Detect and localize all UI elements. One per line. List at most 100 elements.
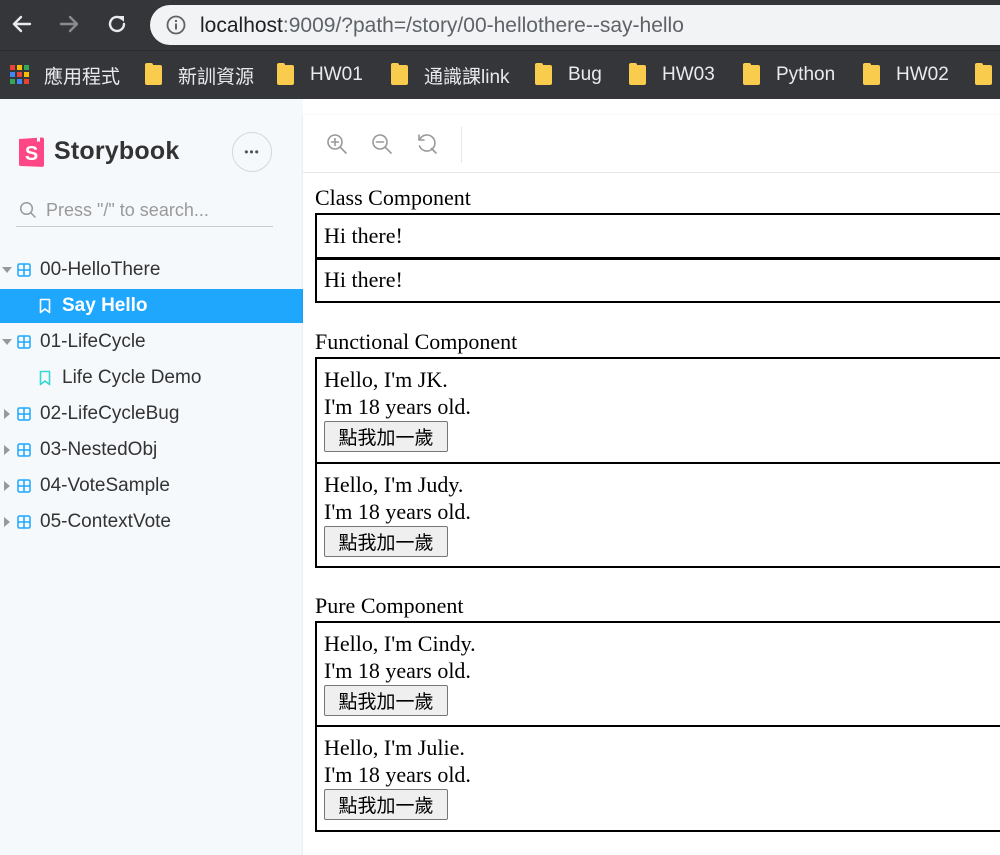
bookmark-label: Bug <box>568 64 602 85</box>
component-icon <box>17 335 31 349</box>
bookmark-folder[interactable]: HW02 <box>863 61 949 89</box>
bookmark-folder[interactable]: Bug <box>535 61 602 89</box>
bookmarks-bar: 應用程式 新訓資源 HW01 通識課link Bug HW03 Python H… <box>0 50 1000 99</box>
tree-label: Say Hello <box>62 295 148 316</box>
folder-icon <box>391 63 408 85</box>
toolbar-divider <box>461 127 462 163</box>
storybook-brand[interactable]: Storybook <box>54 137 179 166</box>
bookmark-folder[interactable]: HW03 <box>629 61 715 89</box>
forward-button[interactable] <box>55 10 83 38</box>
tree-component-04-votesample[interactable]: 04-VoteSample <box>0 469 303 503</box>
reload-button[interactable] <box>103 10 131 38</box>
zoom-out-icon[interactable] <box>370 132 394 156</box>
caret-right-icon[interactable] <box>4 481 10 491</box>
component-icon <box>17 443 31 457</box>
bookmark-label: Python <box>776 64 836 85</box>
folder-icon <box>863 63 880 85</box>
greeting-text: Hi there! <box>324 267 403 292</box>
tree-label: 01-LifeCycle <box>40 331 146 352</box>
greeting-text: Hello, I'm Cindy. <box>324 631 476 656</box>
reset-zoom-icon[interactable] <box>415 132 439 156</box>
tree-label: 02-LifeCycleBug <box>40 403 180 424</box>
caret-right-icon[interactable] <box>4 517 10 527</box>
tree-label: 05-ContextVote <box>40 511 171 532</box>
functional-component-box: Hello, I'm JK. I'm 18 years old. 點我加一歲 <box>315 357 1000 464</box>
bookmark-icon <box>39 370 51 386</box>
bookmark-folder[interactable]: 通識課link <box>391 61 510 89</box>
age-text: I'm 18 years old. <box>324 658 471 683</box>
pure-component-box: Hello, I'm Cindy. I'm 18 years old. 點我加一… <box>315 621 1000 727</box>
zoom-in-icon[interactable] <box>325 132 349 156</box>
age-text: I'm 18 years old. <box>324 499 471 524</box>
tree-component-05-contextvote[interactable]: 05-ContextVote <box>0 505 303 539</box>
ellipsis-icon: ••• <box>244 145 260 159</box>
add-age-button[interactable]: 點我加一歲 <box>324 526 448 557</box>
bookmark-folder-overflow[interactable] <box>975 61 1000 89</box>
section-title-class: Class Component <box>315 185 471 210</box>
tree-component-00-hellothere[interactable]: 00-HelloThere <box>0 253 303 287</box>
component-icon <box>17 263 31 277</box>
tree-story-say-hello[interactable]: Say Hello <box>0 289 303 323</box>
search-input[interactable] <box>46 195 266 225</box>
folder-icon <box>145 63 162 85</box>
class-component-box: Hi there! <box>315 213 1000 259</box>
caret-down-icon[interactable] <box>2 339 12 345</box>
search-icon <box>19 201 36 218</box>
greeting-text: Hello, I'm JK. <box>324 367 448 392</box>
arrow-left-icon <box>12 15 32 33</box>
component-icon <box>17 479 31 493</box>
bookmark-folder[interactable]: 新訓資源 <box>145 61 254 89</box>
add-age-button[interactable]: 點我加一歲 <box>324 421 448 452</box>
greeting-text: Hi there! <box>324 223 403 248</box>
back-button[interactable] <box>8 10 36 38</box>
storybook-sidebar: S Storybook ••• 00-HelloThere Say Hello … <box>0 99 303 855</box>
caret-down-icon[interactable] <box>2 267 12 273</box>
svg-text:S: S <box>25 143 38 165</box>
folder-icon <box>975 63 992 85</box>
section-title-functional: Functional Component <box>315 329 518 354</box>
section-title-pure: Pure Component <box>315 593 464 618</box>
bookmark-folder[interactable]: Python <box>743 61 835 89</box>
tree-label: 03-NestedObj <box>40 439 158 460</box>
bookmark-label: 應用程式 <box>44 66 121 88</box>
bookmark-label: HW01 <box>310 64 363 85</box>
arrow-right-icon <box>59 15 79 33</box>
address-bar[interactable]: localhost:9009/?path=/story/00-hellother… <box>150 5 1000 45</box>
tree-label: 00-HelloThere <box>40 259 161 280</box>
bookmark-folder[interactable]: HW01 <box>277 61 363 89</box>
tree-label: 04-VoteSample <box>40 475 170 496</box>
bookmark-label: HW03 <box>662 64 715 85</box>
pure-component-box: Hello, I'm Julie. I'm 18 years old. 點我加一… <box>315 725 1000 832</box>
search-box <box>16 195 273 227</box>
reload-icon <box>108 15 126 33</box>
url-text: localhost:9009/?path=/story/00-hellother… <box>200 14 684 37</box>
add-age-button[interactable]: 點我加一歲 <box>324 789 448 820</box>
tree-component-01-lifecycle[interactable]: 01-LifeCycle <box>0 325 303 359</box>
bookmark-icon <box>39 298 51 314</box>
bookmark-label: 通識課link <box>424 66 510 88</box>
folder-icon <box>629 63 646 85</box>
tree-label: Life Cycle Demo <box>62 367 202 388</box>
component-icon <box>17 407 31 421</box>
bookmark-apps[interactable]: 應用程式 <box>10 61 120 89</box>
folder-icon <box>277 63 294 85</box>
age-text: I'm 18 years old. <box>324 762 471 787</box>
folder-icon <box>535 63 552 85</box>
caret-right-icon[interactable] <box>4 409 10 419</box>
tree-component-03-nestedobj[interactable]: 03-NestedObj <box>0 433 303 467</box>
caret-right-icon[interactable] <box>4 445 10 455</box>
folder-icon <box>743 63 760 85</box>
component-icon <box>17 515 31 529</box>
preview-toolbar <box>303 115 1000 173</box>
more-options-button[interactable]: ••• <box>232 132 272 172</box>
tree-component-02-lifecyclebug[interactable]: 02-LifeCycleBug <box>0 397 303 431</box>
story-preview: Class Component Hi there! Hi there! Func… <box>303 115 1000 855</box>
storybook-logo-icon: S <box>19 137 44 167</box>
class-component-box: Hi there! <box>315 258 1000 303</box>
greeting-text: Hello, I'm Judy. <box>324 472 464 497</box>
functional-component-box: Hello, I'm Judy. I'm 18 years old. 點我加一歲 <box>315 462 1000 568</box>
add-age-button[interactable]: 點我加一歲 <box>324 685 448 716</box>
tree-story-life-cycle-demo[interactable]: Life Cycle Demo <box>0 361 303 395</box>
age-text: I'm 18 years old. <box>324 394 471 419</box>
info-icon[interactable] <box>166 15 186 35</box>
